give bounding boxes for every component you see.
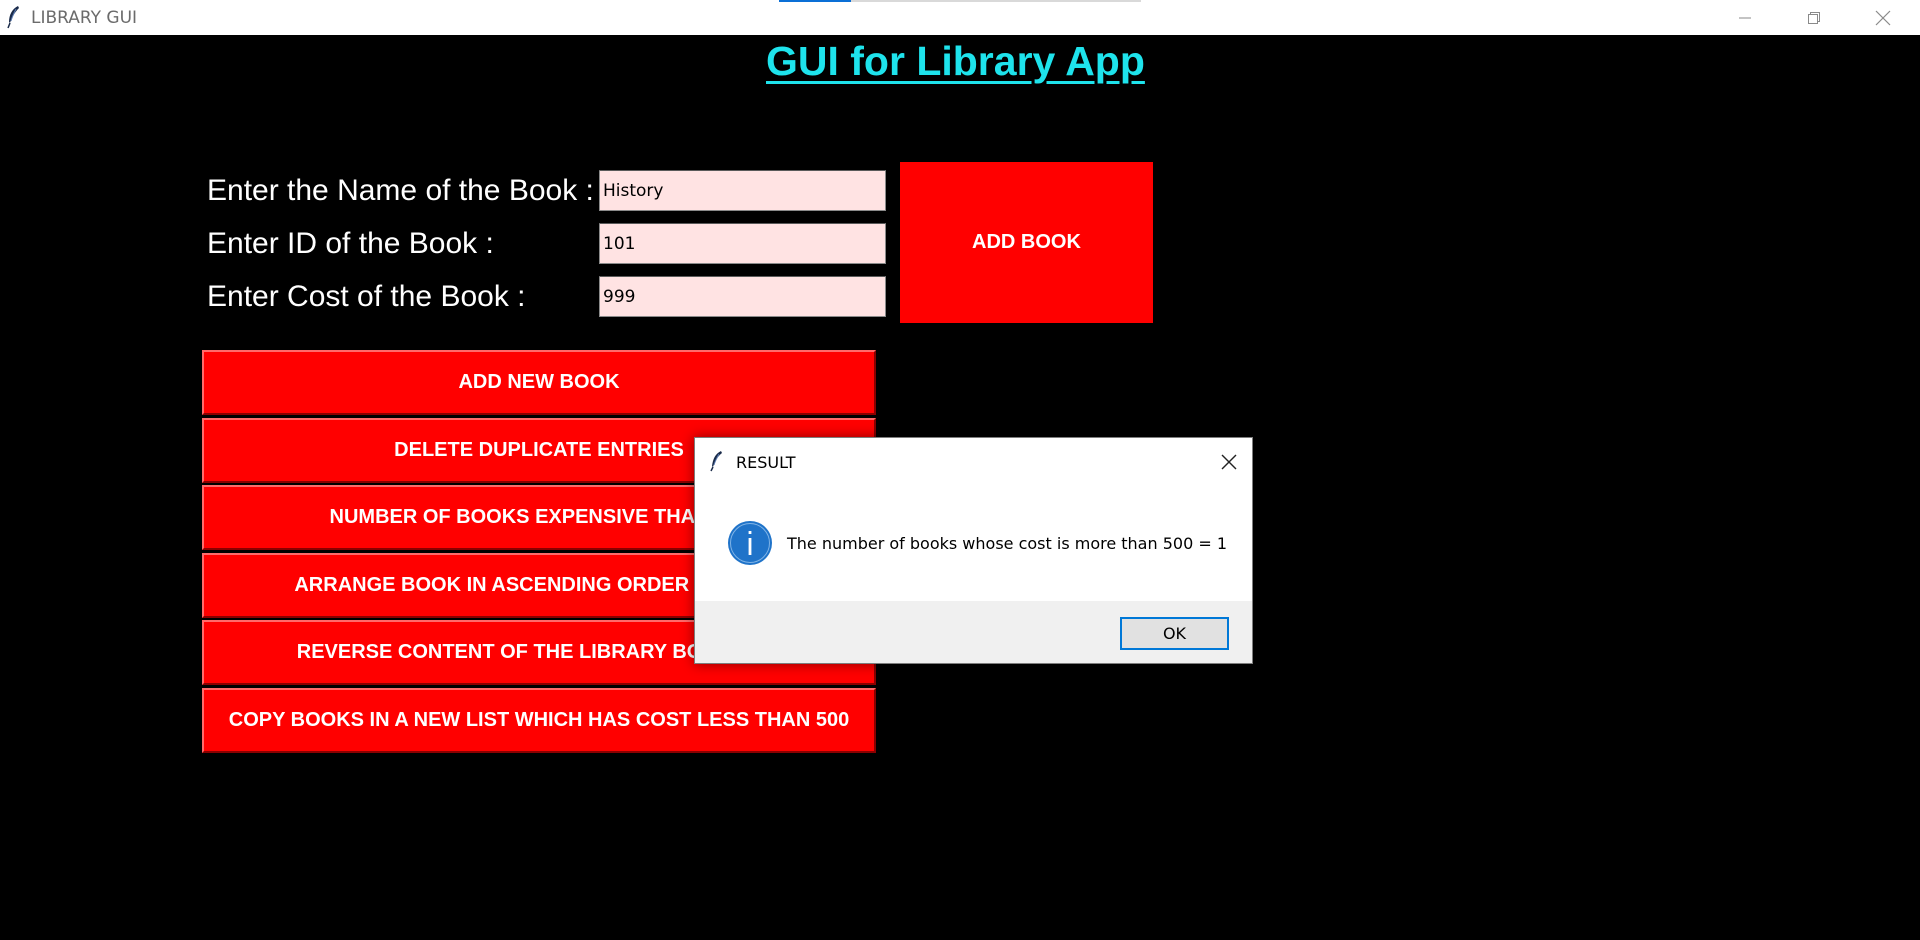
feather-icon <box>7 6 19 29</box>
copy-cheap-books-button[interactable]: COPY BOOKS IN A NEW LIST WHICH HAS COST … <box>202 688 876 753</box>
feather-icon <box>710 451 722 472</box>
book-name-input[interactable] <box>599 170 886 211</box>
result-dialog: RESULT The number of books whose cost is… <box>694 437 1253 664</box>
close-button[interactable] <box>1848 0 1918 35</box>
add-new-book-button[interactable]: ADD NEW BOOK <box>202 350 876 415</box>
book-id-input[interactable] <box>599 223 886 264</box>
minimize-icon <box>1739 17 1751 18</box>
book-cost-input[interactable] <box>599 276 886 317</box>
close-icon <box>1875 10 1891 25</box>
dialog-message: The number of books whose cost is more t… <box>787 534 1228 553</box>
book-cost-label: Enter Cost of the Book : <box>207 280 526 313</box>
restore-button[interactable] <box>1779 0 1849 35</box>
dialog-title: RESULT <box>736 453 796 472</box>
loading-progress-bar <box>779 0 1141 2</box>
loading-progress-fill <box>779 0 852 2</box>
window-title-bar: LIBRARY GUI <box>0 0 1920 35</box>
close-icon[interactable] <box>1218 451 1240 473</box>
book-id-label: Enter ID of the Book : <box>207 227 494 260</box>
minimize-button[interactable] <box>1710 0 1780 35</box>
restore-icon <box>1808 11 1820 24</box>
add-book-button[interactable]: ADD BOOK <box>900 162 1153 323</box>
ok-button[interactable]: OK <box>1120 617 1229 650</box>
app-title: GUI for Library App <box>766 38 1145 84</box>
info-icon <box>728 521 772 565</box>
window-title: LIBRARY GUI <box>31 8 138 28</box>
book-name-label: Enter the Name of the Book : <box>207 174 594 207</box>
